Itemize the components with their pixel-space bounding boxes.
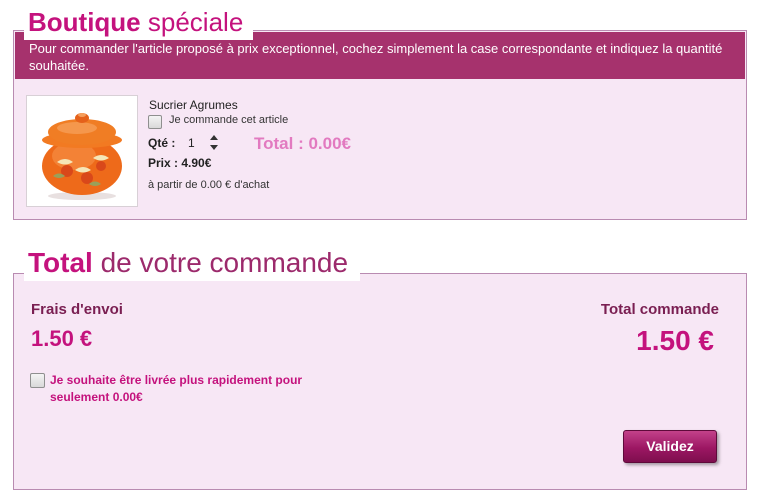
order-total-title: Total de votre commande bbox=[24, 245, 361, 281]
special-shop-title-light: spéciale bbox=[147, 7, 244, 37]
arrow-down-icon[interactable] bbox=[210, 145, 218, 150]
product-threshold: à partir de 0.00 € d'achat bbox=[148, 179, 270, 191]
quantity-value[interactable]: 1 bbox=[188, 136, 195, 150]
special-shop-title: Boutique spéciale bbox=[24, 4, 254, 40]
product-total: Total : 0.00€ bbox=[254, 134, 351, 153]
sugar-bowl-icon bbox=[42, 113, 122, 200]
total-order-label: Total commande bbox=[600, 301, 719, 318]
order-article-label: Je commande cet article bbox=[169, 114, 289, 126]
special-shop-panel: Pour commander l'article proposé à prix … bbox=[13, 30, 747, 220]
order-total-panel: Frais d'envoi 1.50 € Total commande 1.50… bbox=[13, 273, 747, 490]
shipping-value: 1.50 € bbox=[31, 326, 93, 351]
quantity-stepper[interactable] bbox=[208, 133, 220, 153]
express-delivery-label: Je souhaite être livrée plus rapidement … bbox=[50, 372, 360, 406]
product-price: Prix : 4.90€ bbox=[148, 156, 212, 170]
order-total-title-strong: Total bbox=[28, 247, 93, 278]
express-delivery-text: Je souhaite être livrée plus rapidement … bbox=[50, 373, 303, 404]
order-article-checkbox[interactable] bbox=[148, 115, 162, 129]
product-image[interactable] bbox=[26, 95, 138, 207]
express-delivery-checkbox[interactable] bbox=[30, 373, 45, 388]
validate-button[interactable]: Validez bbox=[623, 430, 717, 463]
total-order-value: 1.50 € bbox=[636, 325, 714, 356]
product-name: Sucrier Agrumes bbox=[149, 98, 238, 112]
arrow-up-icon[interactable] bbox=[210, 135, 218, 140]
order-total-title-light: de votre commande bbox=[100, 247, 349, 278]
special-shop-title-strong: Boutique bbox=[28, 7, 141, 37]
shipping-label: Frais d'envoi bbox=[31, 301, 123, 318]
quantity-label: Qté : bbox=[148, 136, 176, 150]
